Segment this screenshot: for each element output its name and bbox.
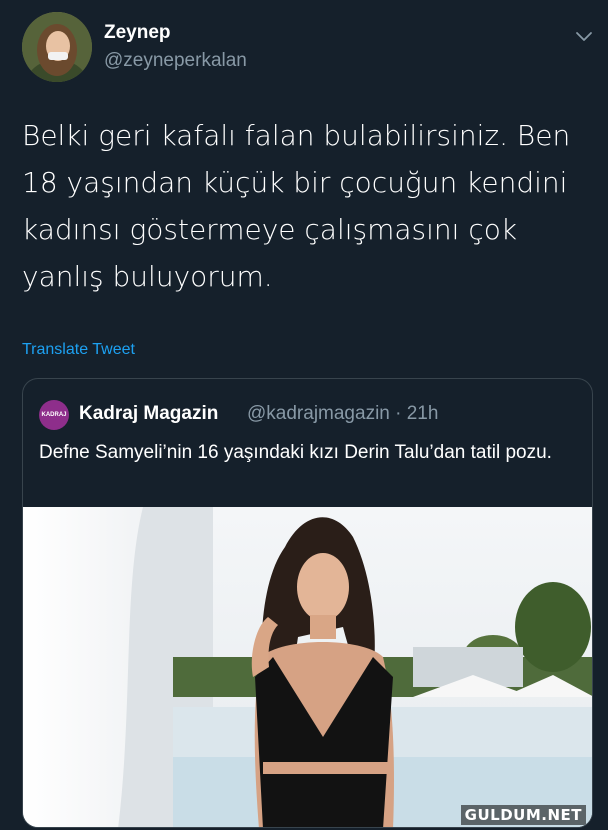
author-display-name[interactable]: Zeynep [104,22,171,44]
quoted-tweet-photo[interactable]: GULDUM.NET [23,507,592,827]
translate-tweet-link[interactable]: Translate Tweet [22,341,135,359]
tweet-header: Zeynep @zeyneperkalan [22,12,594,82]
quoted-tweet-text: Defne Samyeli’nin 16 yaşındaki kızı Deri… [39,442,552,463]
quoted-author-name[interactable]: Kadraj Magazin [79,403,218,425]
author-handle[interactable]: @zeyneperkalan [104,50,247,72]
watermark-logo: GULDUM.NET [460,805,586,825]
profile-photo-icon [22,12,92,82]
quoted-tweet-card[interactable]: KADRAJ Kadraj Magazin @kadrajmagazin · 2… [22,378,593,828]
photo-icon [23,507,592,827]
tweet-text: Belki geri kafalı falan bulabilirsiniz. … [22,119,571,293]
quoted-author-avatar[interactable]: KADRAJ [39,400,69,430]
author-avatar[interactable] [22,12,92,82]
quoted-avatar-text: KADRAJ [41,412,67,418]
quoted-author-handle-time[interactable]: @kadrajmagazin · 21h [247,403,438,425]
chevron-down-icon[interactable] [574,26,594,46]
